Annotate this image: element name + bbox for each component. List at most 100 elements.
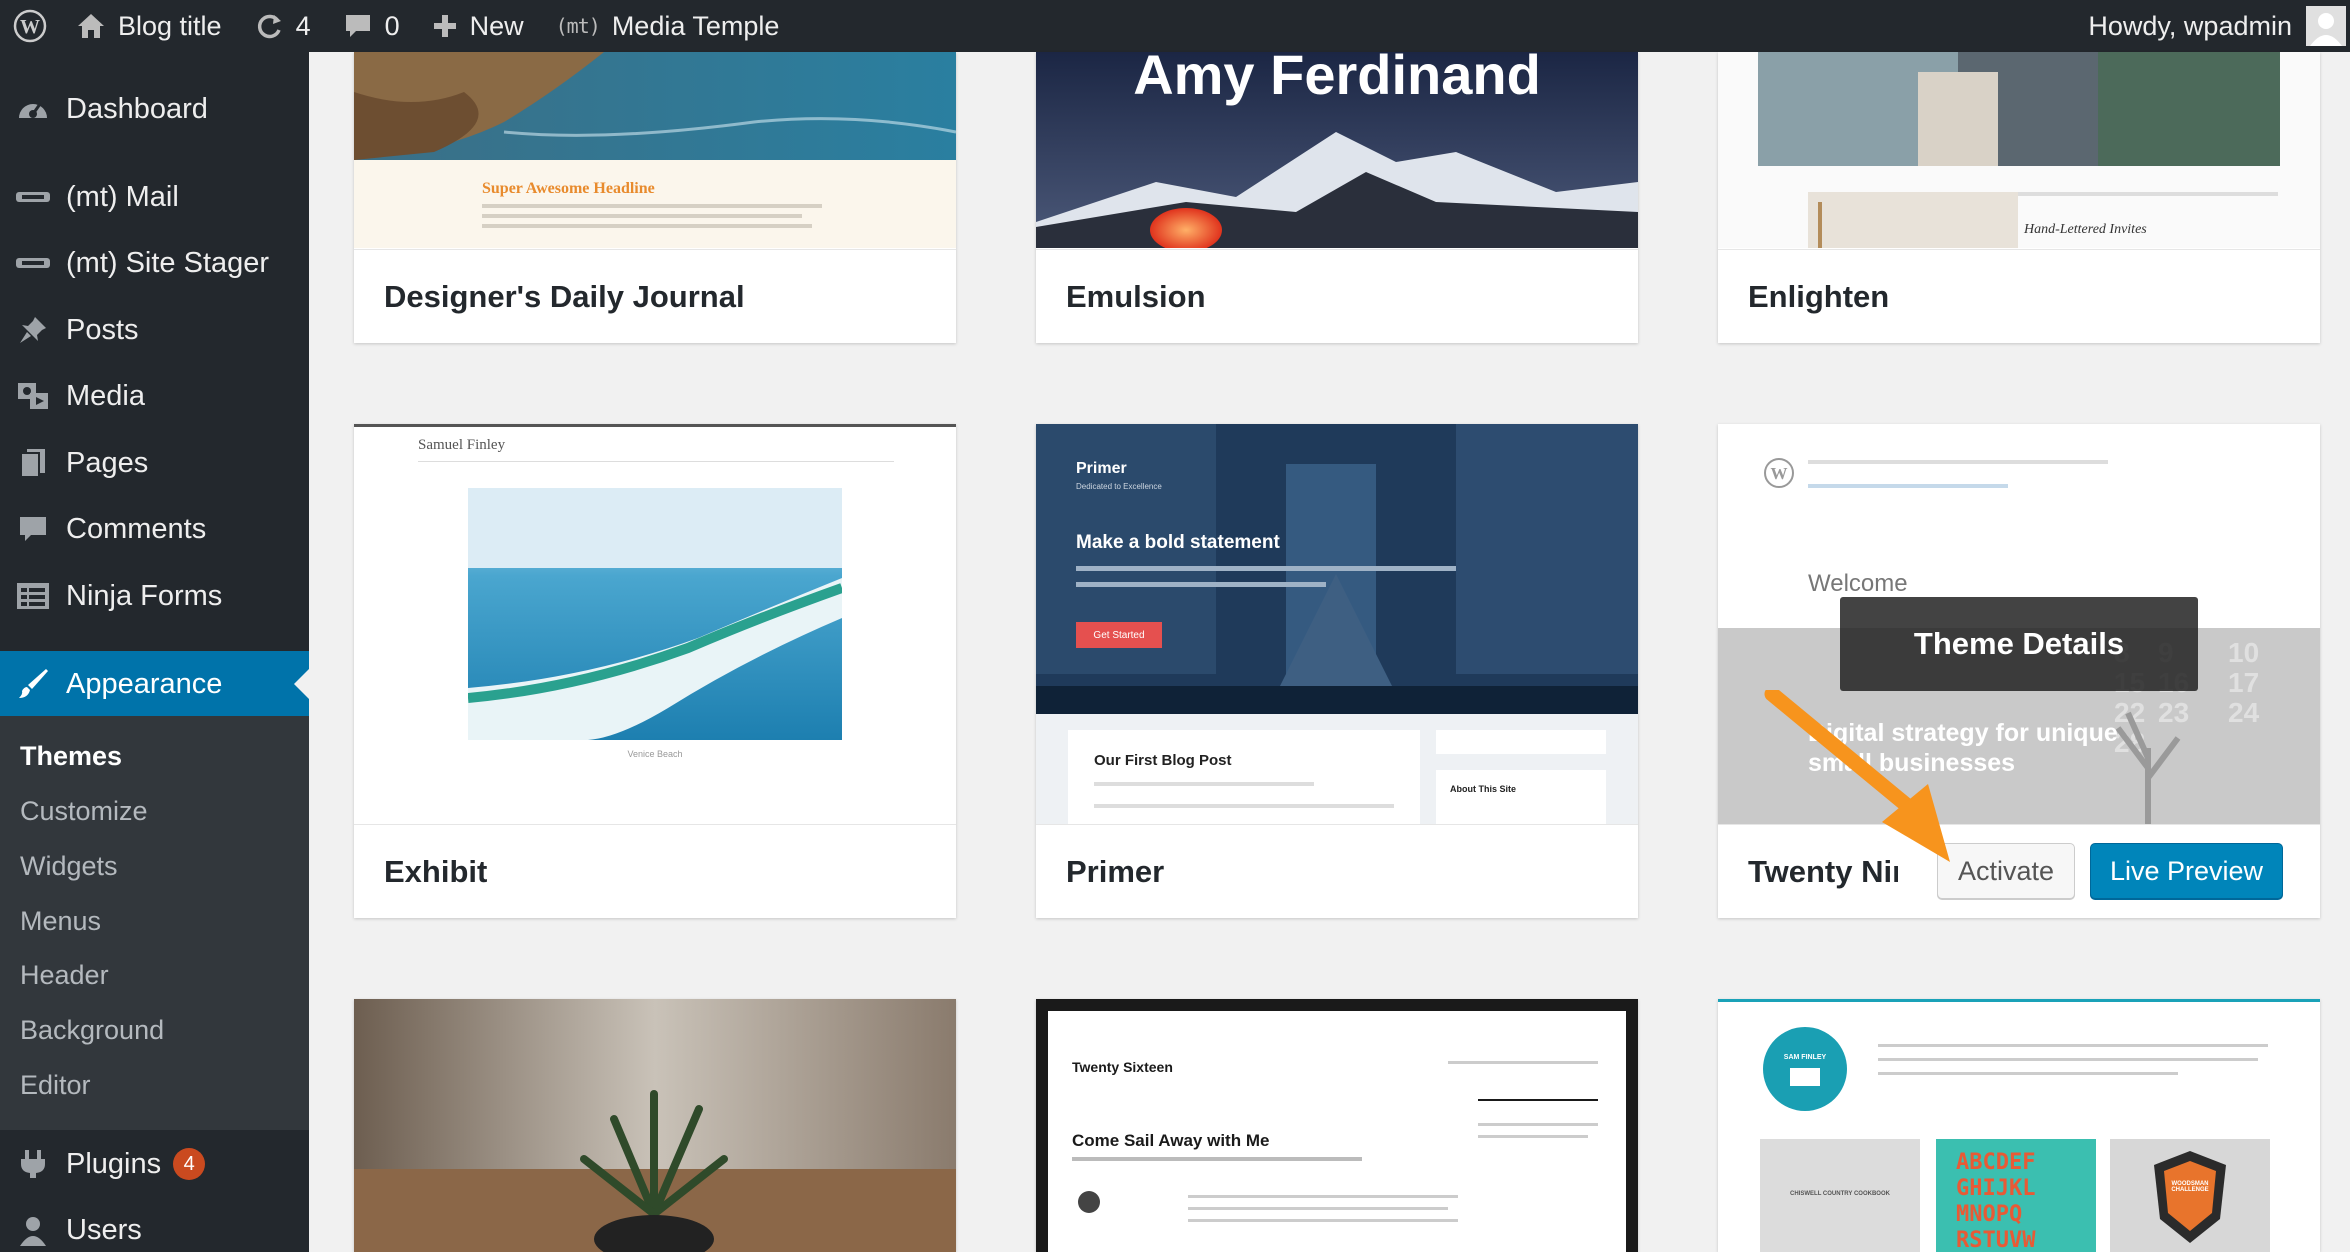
theme-screenshot[interactable] xyxy=(354,999,956,1252)
preview-headline: Welcome xyxy=(1808,570,1908,597)
preview-text-line xyxy=(482,204,822,208)
plus-icon xyxy=(433,15,456,37)
mt-icon xyxy=(0,190,66,204)
comments-link[interactable]: 0 xyxy=(327,0,416,52)
theme-card-twenty-sixteen[interactable]: Twenty Sixteen Come Sail Away with Me xyxy=(1036,999,1638,1252)
shield-badge-image xyxy=(2154,1151,2226,1243)
menu-media[interactable]: Media xyxy=(0,363,309,429)
updates-link[interactable]: 4 xyxy=(238,0,327,52)
svg-text:W: W xyxy=(1771,464,1788,483)
user-avatar-icon xyxy=(2310,13,2342,46)
theme-name: Enlighten xyxy=(1718,249,2320,343)
submenu-background[interactable]: Background xyxy=(20,1015,164,1046)
preview-headline: Come Sail Away with Me xyxy=(1072,1131,1270,1150)
preview-text-line xyxy=(1188,1207,1448,1210)
preview-text-line xyxy=(1478,1123,1598,1126)
coastal-rocks-image xyxy=(354,52,956,248)
theme-name: Primer xyxy=(1036,824,1638,918)
menu-comments[interactable]: Comments xyxy=(0,496,309,562)
svg-text:17: 17 xyxy=(2228,667,2259,698)
theme-card-enlighten[interactable]: Hand-Lettered Invites Enlighten xyxy=(1718,52,2320,343)
users-icon xyxy=(0,1214,66,1246)
submenu-widgets[interactable]: Widgets xyxy=(20,851,118,882)
theme-name: Exhibit xyxy=(354,824,956,918)
menu-mt-site-stager[interactable]: (mt) Site Stager xyxy=(0,230,309,296)
wordpress-logo-icon: W xyxy=(1764,458,1794,488)
preview-text-line xyxy=(1188,1195,1458,1198)
menu-mt-mail[interactable]: (mt) Mail xyxy=(0,164,309,230)
beach-aerial-image xyxy=(468,488,842,740)
theme-card-portfolio[interactable]: SAM FINLEY CHISWELL COUNTRY COOKBOOK ABC… xyxy=(1718,999,2320,1252)
preview-search-field xyxy=(1436,730,1606,754)
menu-appearance[interactable]: Appearance xyxy=(0,651,309,717)
theme-card-primer[interactable]: Primer Dedicated to Excellence Make a bo… xyxy=(1036,424,1638,918)
theme-screenshot[interactable]: Super Awesome Headline xyxy=(354,52,956,248)
preview-caption: Venice Beach xyxy=(627,749,683,759)
submenu-menus[interactable]: Menus xyxy=(20,906,101,937)
theme-screenshot[interactable]: Samuel Finley Venice Beach xyxy=(354,424,956,824)
menu-posts[interactable]: Posts xyxy=(0,297,309,363)
submenu-themes[interactable]: Themes xyxy=(20,741,122,772)
svg-text:RSTUVW: RSTUVW xyxy=(1956,1228,2036,1252)
blurred-plant-image xyxy=(354,999,956,1252)
site-title: Blog title xyxy=(118,10,222,41)
preview-brand: Twenty Sixteen xyxy=(1072,1059,1173,1075)
home-icon xyxy=(78,14,104,38)
menu-users[interactable]: Users xyxy=(0,1197,309,1252)
media-temple-link[interactable]: (mt) Media Temple xyxy=(540,0,796,52)
media-icon xyxy=(0,379,66,413)
media-temple-label: Media Temple xyxy=(611,10,780,41)
preview-headline: Hand-Lettered Invites xyxy=(2024,222,2147,237)
new-content-link[interactable]: New xyxy=(416,0,540,52)
theme-screenshot[interactable]: SAM FINLEY CHISWELL COUNTRY COOKBOOK ABC… xyxy=(1718,999,2320,1252)
submenu-header[interactable]: Header xyxy=(20,960,109,991)
svg-text:MNOPQ: MNOPQ xyxy=(1956,1202,2022,1227)
theme-card-exhibit[interactable]: Samuel Finley Venice Beach Exhibit xyxy=(354,424,956,918)
theme-details-button[interactable]: Theme Details xyxy=(1840,597,2198,691)
menu-ninja-forms[interactable]: Ninja Forms xyxy=(0,563,309,629)
site-name-link[interactable]: Blog title xyxy=(60,0,238,52)
preview-tagline: Dedicated to Excellence xyxy=(1076,482,1162,491)
preview-sidebar-rule xyxy=(1478,1099,1598,1101)
menu-dashboard[interactable]: Dashboard xyxy=(0,76,309,142)
theme-name: Designer's Daily Journal xyxy=(354,249,956,343)
theme-screenshot[interactable]: Primer Dedicated to Excellence Make a bo… xyxy=(1036,424,1638,824)
forms-icon xyxy=(0,582,66,610)
preview-text-line xyxy=(482,214,802,218)
preview-page: Twenty Sixteen Come Sail Away with Me xyxy=(1048,1011,1626,1252)
svg-text:10: 10 xyxy=(2228,637,2259,668)
theme-card-designers-daily-journal[interactable]: Super Awesome Headline Designer's Daily … xyxy=(354,52,956,343)
preview-text-line xyxy=(1878,1044,2268,1047)
menu-plugins[interactable]: Plugins 4 xyxy=(0,1131,309,1197)
my-account-link[interactable]: Howdy, wpadmin xyxy=(2072,0,2350,52)
submenu-customize[interactable]: Customize xyxy=(20,796,148,827)
mt-icon xyxy=(0,256,66,270)
theme-card-emulsion[interactable]: Amy Ferdinand Emulsion xyxy=(1036,52,1638,343)
dashboard-icon xyxy=(0,94,66,124)
theme-screenshot[interactable]: Twenty Sixteen Come Sail Away with Me xyxy=(1036,999,1638,1252)
theme-card-photo[interactable] xyxy=(354,999,956,1252)
submenu-editor[interactable]: Editor xyxy=(20,1070,91,1101)
plugins-update-badge: 4 xyxy=(173,1148,206,1180)
preview-text-line xyxy=(1478,1135,1588,1138)
svg-text:ABCDEF: ABCDEF xyxy=(1956,1150,2035,1175)
theme-screenshot[interactable]: Amy Ferdinand xyxy=(1036,52,1638,248)
preview-widget: About This Site xyxy=(1436,770,1606,824)
menu-pages[interactable]: Pages xyxy=(0,430,309,496)
wordpress-logo-icon[interactable]: W xyxy=(0,0,60,52)
preview-text-line xyxy=(1878,1072,2178,1075)
preview-text-line xyxy=(482,224,812,228)
lettering-image: ABCDEFGHIJKLMNOPQRSTUVW xyxy=(1956,1150,2036,1252)
preview-text-line xyxy=(1076,566,1456,571)
svg-text:GHIJKL: GHIJKL xyxy=(1956,1176,2035,1201)
admin-bar: W Blog title 4 0 New (mt) Media Temple H… xyxy=(0,0,2350,52)
live-preview-button[interactable]: Live Preview xyxy=(2090,843,2283,899)
preview-text-line xyxy=(1878,1058,2258,1061)
painting-collage-image xyxy=(1758,52,2280,248)
pages-icon xyxy=(0,447,66,479)
preview-text-line xyxy=(1072,1157,1362,1161)
preview-cta-button: Get Started xyxy=(1076,622,1162,648)
theme-screenshot[interactable]: Hand-Lettered Invites xyxy=(1718,52,2320,248)
refresh-icon xyxy=(257,14,281,39)
preview-brand: Samuel Finley xyxy=(418,437,506,453)
